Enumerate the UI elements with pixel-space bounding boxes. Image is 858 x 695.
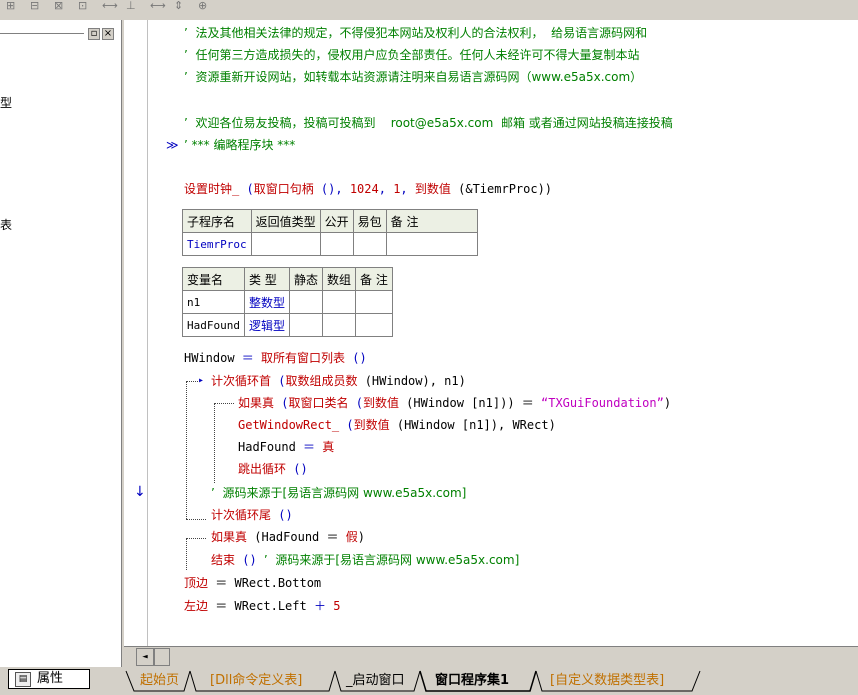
table-cell[interactable] (385, 232, 478, 256)
table-cell[interactable] (355, 313, 393, 337)
table-cell[interactable] (319, 232, 354, 256)
comment-line: ’ 法及其他相关法律的规定，不得侵犯本网站及权利人的合法权利， 给易语言源码网和 (184, 26, 648, 40)
table-cell[interactable] (288, 290, 324, 314)
table-row: HadFound 逻辑型 (182, 313, 393, 337)
code-line: 结束 () ’ 源码来源于[易语言源码网 www.e5a5x.com] (211, 553, 520, 567)
comment-line: ’ 欢迎各位易友投稿，投稿可投稿到 root@e5a5x.com 邮箱 或者通过… (184, 116, 673, 130)
flow-line (186, 381, 187, 519)
code-line-loop-end: 计次循环尾 () (211, 508, 293, 522)
table-row: n1 整数型 (182, 290, 393, 314)
table-header: 返回值类型 (250, 209, 321, 233)
table-cell[interactable] (250, 232, 321, 256)
align-top-icon[interactable]: ⊠ (54, 0, 63, 12)
table-cell[interactable] (322, 290, 357, 314)
tab-window-assembly[interactable]: 窗口程序集1 (435, 671, 509, 691)
table-cell[interactable]: HadFound (182, 313, 245, 337)
table-cell[interactable] (288, 313, 324, 337)
left-panel-header: ▫ × (0, 26, 121, 40)
table-header: 静态 (288, 267, 324, 291)
tree-item-fragment[interactable]: 型 (0, 94, 12, 111)
code-line-if: 如果真 (取窗口类名 (到数值 (HWindow [n1])) ＝ “TXGui… (238, 396, 672, 410)
same-size-icon[interactable]: ⊕ (198, 0, 207, 12)
code-line: 左边 ＝ WRect.Left ＋ 5 (184, 599, 341, 613)
horizontal-scrollbar[interactable]: ◄ (124, 646, 858, 666)
flow-line (186, 381, 198, 382)
table-header: 备 注 (355, 267, 393, 291)
table-header: 变量名 (182, 267, 245, 291)
table-header: 数组 (322, 267, 357, 291)
table-cell[interactable] (352, 232, 387, 256)
table-header: 公开 (319, 209, 354, 233)
scroll-left-icon[interactable]: ◄ (136, 648, 154, 666)
code-line: 顶边 ＝ WRect.Bottom (184, 576, 322, 590)
table-cell[interactable]: 整数型 (243, 290, 291, 314)
editor-gutter (124, 20, 148, 646)
tab-custom-types[interactable]: [自定义数据类型表] (550, 671, 664, 691)
tab-start-page[interactable]: 起始页 (140, 671, 179, 691)
tab-startup-window[interactable]: _启动窗口 (346, 671, 405, 691)
comment-line: ’ 源码来源于[易语言源码网 www.e5a5x.com] (211, 486, 467, 500)
loop-arrow-icon: ▸ (198, 375, 205, 386)
subroutine-table: 子程序名 返回值类型 公开 易包 备 注 TiemrProc (182, 209, 478, 256)
align-middle-icon[interactable]: ⊡ (78, 0, 87, 12)
panel-close-icon[interactable]: × (102, 28, 114, 40)
table-cell[interactable]: TiemrProc (182, 232, 252, 256)
tab-dll-commands[interactable]: [Dll命令定义表] (210, 671, 302, 691)
table-cell[interactable] (322, 313, 357, 337)
code-line: GetWindowRect_ (到数值 (HWindow [n1]), WRec… (238, 418, 556, 432)
breakpoint-arrow-icon: ↓ (134, 484, 146, 500)
code-line-set-timer: 设置时钟_ (取窗口句柄 (), 1024, 1, 到数值 (&TiemrPro… (184, 182, 553, 196)
table-header: 类 型 (243, 267, 291, 291)
flow-line (186, 538, 187, 570)
left-panel-grip (0, 33, 84, 35)
comment-line: ’ *** 编略程序块 *** (184, 138, 296, 152)
code-line: 跳出循环 () (238, 462, 308, 476)
table-header: 子程序名 (182, 209, 252, 233)
code-line-if: 如果真 (HadFound ＝ 假) (211, 530, 365, 544)
comment-line: ’ 资源重新开设网站，如转载本站资源请注明来自易语言源码网（www.e5a5x.… (184, 70, 643, 84)
comment-line: ’ 任何第三方造成损失的，侵权用户应负全部责任。任何人未经许可不得大量复制本站 (184, 48, 640, 62)
space-horizontal-icon[interactable]: ⟷ (102, 0, 118, 12)
left-panel-footer: ▤ 属性 (0, 667, 124, 695)
flow-line (186, 519, 206, 520)
flow-line (186, 538, 206, 539)
code-line: HWindow ＝ 取所有窗口列表 () (184, 351, 367, 365)
table-cell[interactable]: n1 (182, 290, 245, 314)
space-vertical-icon[interactable]: ⊥ (126, 0, 136, 12)
flow-line (214, 403, 234, 404)
properties-tab[interactable]: ▤ 属性 (8, 669, 90, 689)
table-cell[interactable] (355, 290, 393, 314)
gutter-divider (147, 20, 148, 646)
variable-table: 变量名 类 型 静态 数组 备 注 n1 整数型 HadFound 逻辑型 (182, 267, 393, 337)
align-center-icon[interactable]: ⊟ (30, 0, 39, 12)
flow-line (214, 403, 215, 483)
table-header: 备 注 (385, 209, 478, 233)
document-tabs: 起始页 [Dll命令定义表] _启动窗口 窗口程序集1 [自定义数据类型表] (124, 668, 858, 695)
code-line: HadFound ＝ 真 (238, 440, 335, 454)
tree-item-fragment[interactable]: 表 (0, 216, 12, 233)
table-cell[interactable]: 逻辑型 (243, 313, 291, 337)
table-header: 易包 (352, 209, 387, 233)
properties-icon: ▤ (15, 672, 31, 687)
align-left-icon[interactable]: ⊞ (6, 0, 15, 12)
current-line-marker-icon: ≫ (166, 138, 179, 152)
code-line-loop-start: 计次循环首 (取数组成员数 (HWindow), n1) (211, 374, 466, 388)
properties-tab-label: 属性 (37, 671, 64, 686)
same-height-icon[interactable]: ⇕ (174, 0, 183, 12)
panel-minimize-icon[interactable]: ▫ (88, 28, 100, 40)
scroll-thumb[interactable] (154, 648, 170, 666)
left-panel: ▫ × 型 表 (0, 20, 122, 668)
same-width-icon[interactable]: ⟷ (150, 0, 166, 12)
toolbar: ⊞ ⊟ ⊠ ⊡ ⟷ ⊥ ⟷ ⇕ ⊕ (0, 0, 858, 14)
